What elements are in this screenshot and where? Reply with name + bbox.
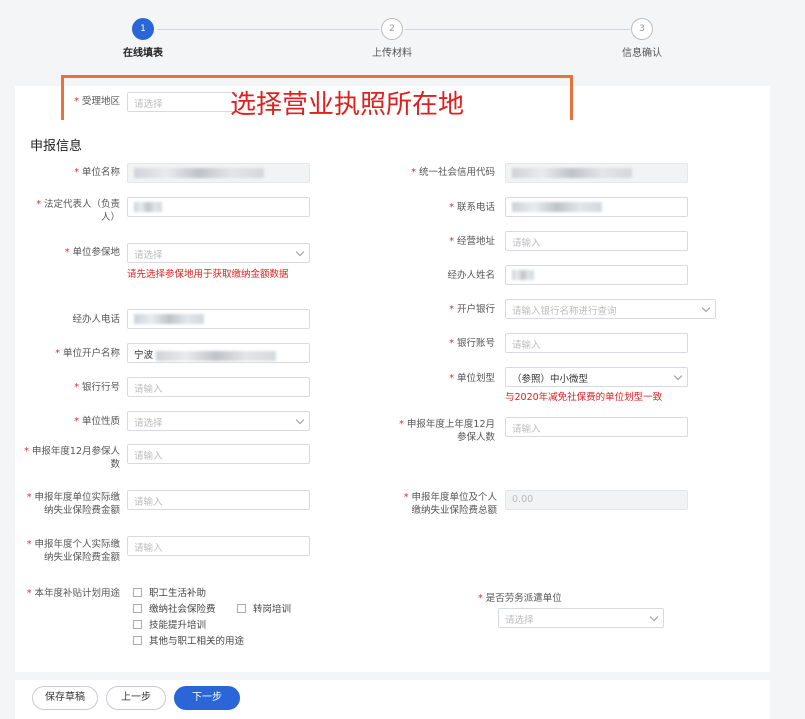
credit-code-field: [505, 163, 688, 183]
dispatch-label: * 是否劳务派遣单位: [478, 593, 562, 604]
contact-phone-label: * 联系电话: [449, 202, 495, 213]
subsidy-checkbox[interactable]: [133, 588, 142, 597]
step-3-label: 信息确认: [622, 48, 662, 59]
dispatch-select[interactable]: 请选择: [498, 608, 664, 628]
unit-paid-field[interactable]: 请输入: [127, 490, 310, 510]
save-draft-button[interactable]: 保存草稿: [32, 686, 98, 710]
prev-count-field[interactable]: 请输入: [505, 417, 688, 437]
prev-step-button[interactable]: 上一步: [106, 686, 166, 710]
total-paid-label: * 申报年度单位及个人缴纳失业保险费总额: [403, 492, 497, 516]
handler-name-label: 经办人姓名: [447, 270, 495, 281]
total-paid-field: 0.00: [505, 490, 688, 510]
step-connector: [405, 29, 630, 30]
subsidy-option-label: 职工生活补助: [149, 588, 207, 599]
handler-phone-field[interactable]: [127, 309, 310, 329]
step-1-indicator: 1: [132, 18, 154, 40]
unit-name-label: * 单位名称: [74, 167, 120, 178]
step-1-label: 在线填表: [123, 48, 163, 59]
insured-place-label: * 单位参保地: [64, 247, 120, 258]
step-3-indicator: 3: [631, 18, 653, 40]
subsidy-option-label: 其他与职工相关的用途: [149, 636, 245, 647]
unit-name-field: [127, 163, 310, 183]
subsidy-checkbox[interactable]: [237, 604, 246, 613]
unit-size-label: * 单位划型: [449, 373, 495, 384]
chevron-down-icon: [295, 415, 305, 425]
prev-count-label: * 申报年度上年度12月参保人数: [399, 419, 495, 443]
legal-rep-field[interactable]: [127, 197, 310, 217]
chevron-down-icon: [701, 303, 711, 313]
contact-phone-field[interactable]: [505, 197, 688, 217]
unit-size-note: 与2020年减免社保费的单位划型一致: [505, 392, 663, 403]
account-no-label: * 银行账号: [449, 338, 495, 349]
unit-nature-label: * 单位性质: [74, 416, 120, 427]
person-paid-field[interactable]: 请输入: [127, 536, 310, 556]
bank-search-select[interactable]: 请输入银行名称进行查询: [505, 299, 716, 319]
address-label: * 经营地址: [449, 236, 495, 247]
step-2-label: 上传材料: [372, 48, 412, 59]
address-field[interactable]: 请输入: [505, 231, 688, 251]
step-2-indicator: 2: [381, 18, 403, 40]
step-connector: [157, 29, 379, 30]
insured-place-select[interactable]: 请选择: [127, 243, 310, 263]
subsidy-option-label: 技能提升培训: [149, 620, 207, 631]
section-title: 申报信息: [30, 139, 83, 154]
subsidy-checkbox[interactable]: [133, 636, 142, 645]
bank-code-field[interactable]: 请输入: [127, 377, 310, 397]
chevron-down-icon: [649, 612, 659, 622]
insured-place-warning: 请先选择参保地用于获取缴纳金额数据: [127, 269, 289, 280]
subsidy-checkbox[interactable]: [133, 620, 142, 629]
dec-count-label: * 申报年度12月参保人数: [24, 446, 120, 470]
credit-code-label: * 统一社会信用代码: [411, 167, 495, 178]
next-step-button[interactable]: 下一步: [174, 686, 240, 710]
handler-name-field[interactable]: [505, 265, 688, 285]
unit-size-select[interactable]: （参照）中小微型: [505, 367, 688, 387]
account-name-field[interactable]: 宁波: [127, 343, 310, 363]
handler-phone-label: 经办人电话: [72, 314, 120, 325]
subsidy-checkbox[interactable]: [133, 604, 142, 613]
subsidy-option-label: 缴纳社会保险费: [149, 604, 216, 615]
chevron-down-icon: [295, 247, 305, 257]
dec-count-field[interactable]: 请输入: [127, 444, 310, 464]
bank-label: * 开户银行: [449, 304, 495, 315]
unit-paid-label: * 申报年度单位实际缴纳失业保险费金额: [26, 492, 120, 516]
account-no-field[interactable]: 请输入: [505, 333, 688, 353]
bank-code-label: * 银行行号: [74, 382, 120, 393]
subsidy-option-label: 转岗培训: [253, 604, 292, 615]
unit-nature-select[interactable]: 请选择: [127, 411, 310, 431]
chevron-down-icon: [673, 371, 683, 381]
subsidy-label: * 本年度补贴计划用途: [26, 588, 120, 599]
legal-rep-label: * 法定代表人（负责人）: [36, 199, 120, 223]
annotation-text: 选择营业执照所在地: [230, 90, 465, 120]
person-paid-label: * 申报年度个人实际缴纳失业保险费金额: [26, 539, 120, 563]
account-name-label: * 单位开户名称: [55, 348, 120, 359]
